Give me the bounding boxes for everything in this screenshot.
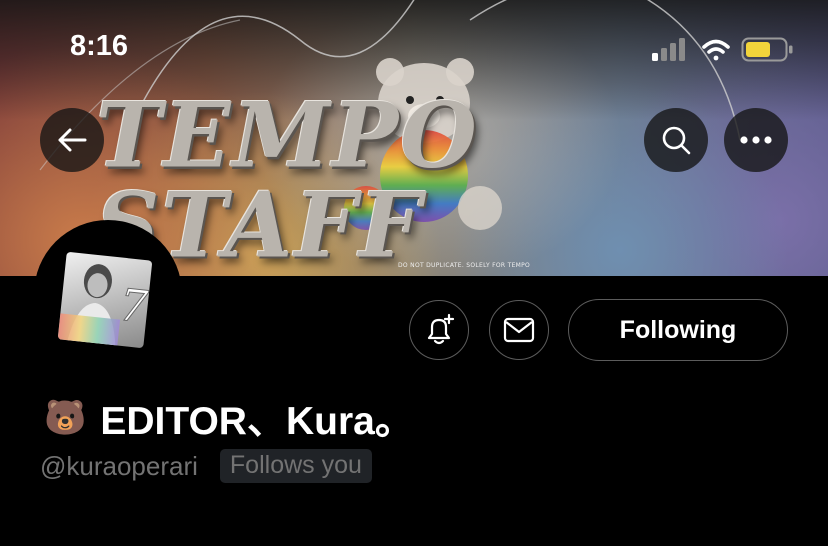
- banner-title: TEMPO STAFF: [96, 82, 479, 276]
- search-button[interactable]: [644, 108, 708, 172]
- search-icon: [662, 126, 691, 155]
- user-handle: @kuraoperari: [40, 450, 198, 481]
- wifi-icon: [702, 39, 730, 61]
- following-button[interactable]: Following: [568, 299, 788, 361]
- follows-you-badge: Follows you: [219, 449, 372, 483]
- envelope-icon: [503, 317, 535, 343]
- cellular-signal-icon: [652, 38, 685, 61]
- banner-notice: DO NOT DUPLICATE. SOLELY FOR TEMPO: [398, 262, 531, 269]
- status-time: 8:16: [70, 30, 129, 62]
- message-button[interactable]: [489, 300, 549, 360]
- more-options-button[interactable]: [724, 108, 788, 172]
- notifications-button[interactable]: [409, 300, 469, 360]
- display-name: 🐻 EDITOR、Kura。: [44, 390, 414, 446]
- profile-avatar[interactable]: 7: [34, 220, 182, 368]
- bell-plus-icon: [427, 313, 455, 345]
- bear-emoji-icon: 🐻: [44, 399, 87, 437]
- arrow-left-icon: [58, 128, 87, 152]
- display-name-text: EDITOR、Kura。: [100, 400, 414, 443]
- back-button[interactable]: [40, 108, 104, 172]
- avatar-photo: 7: [57, 251, 153, 349]
- handle-row: @kuraoperari Follows you: [40, 449, 372, 483]
- battery-icon: [741, 37, 793, 62]
- svg-text:7: 7: [117, 280, 150, 334]
- more-horizontal-icon: [740, 136, 772, 144]
- status-icons: [652, 37, 793, 62]
